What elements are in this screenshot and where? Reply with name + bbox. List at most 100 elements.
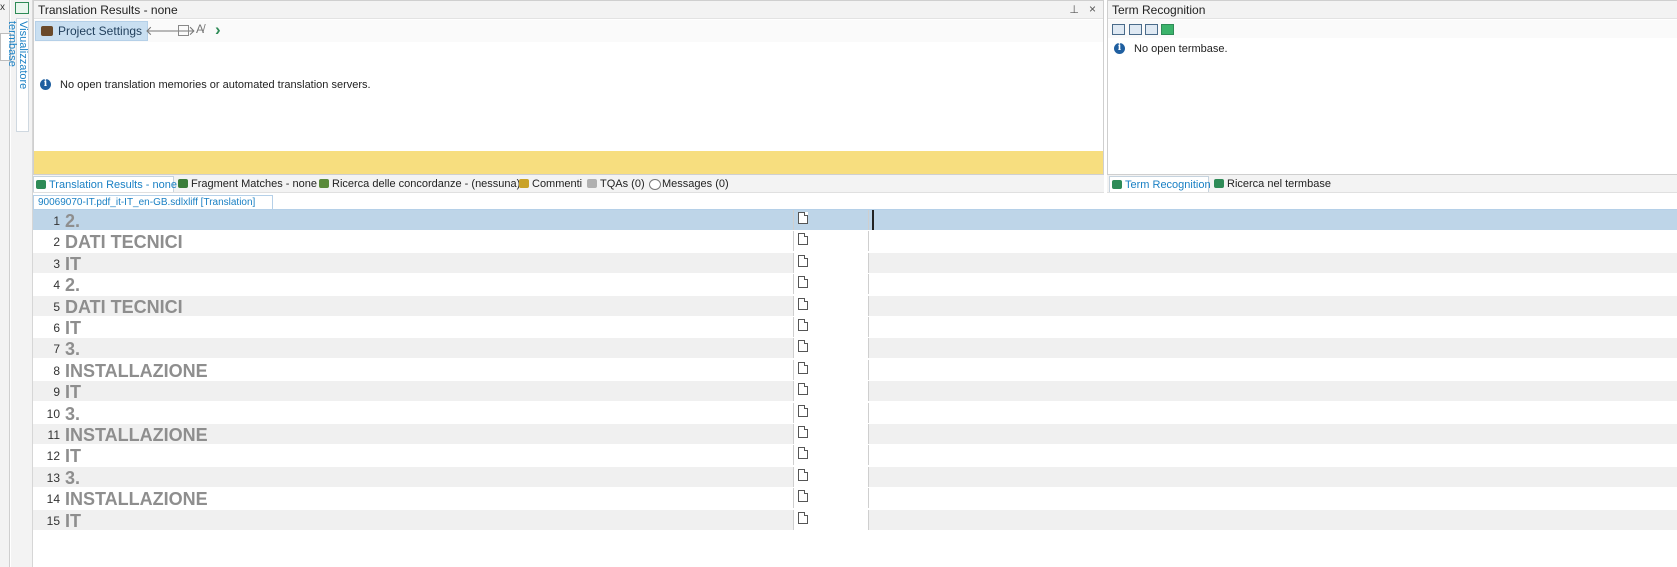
segment-source[interactable]: DATI TECNICI <box>65 231 825 253</box>
add-term-icon[interactable] <box>1129 24 1142 35</box>
term-recognition-title: Term Recognition <box>1112 3 1206 17</box>
segment-source[interactable]: IT <box>65 445 825 467</box>
segment-target[interactable] <box>869 381 1677 401</box>
segment-target[interactable] <box>869 467 1677 487</box>
close-icon[interactable]: × <box>1089 2 1096 16</box>
document-tab[interactable]: 90069070-IT.pdf_it-IT_en-GB.sdlxliff [Tr… <box>33 195 273 210</box>
segment-target[interactable] <box>869 253 1677 273</box>
concordance-search-icon <box>319 179 329 188</box>
segment-row[interactable]: 6 IT <box>33 317 1677 339</box>
segment-row[interactable]: 5 DATI TECNICI <box>33 296 1677 318</box>
translation-results-icon <box>36 180 46 189</box>
segment-number: 8 <box>53 364 60 378</box>
segment-status-icon <box>798 469 808 481</box>
segment-target[interactable] <box>869 338 1677 358</box>
comments-icon <box>519 179 529 188</box>
segment-target[interactable] <box>869 231 1677 251</box>
segment-row[interactable]: 4 2. <box>33 274 1677 296</box>
segment-row[interactable]: 8 INSTALLAZIONE <box>33 360 1677 382</box>
list-view-icon[interactable] <box>178 25 189 36</box>
termbase-viewer-icon <box>15 2 29 14</box>
tab-comments[interactable]: Commenti <box>517 176 582 192</box>
segment-source[interactable]: 3. <box>65 467 825 489</box>
segment-target[interactable] <box>869 317 1677 337</box>
quick-add-term-icon[interactable] <box>1145 24 1158 35</box>
segment-row[interactable]: 15 IT <box>33 510 1677 532</box>
segment-row[interactable]: 14 INSTALLAZIONE <box>33 488 1677 510</box>
segment-number: 3 <box>53 257 60 271</box>
tab-termbase-search[interactable]: Ricerca nel termbase <box>1212 176 1331 192</box>
segment-row[interactable]: 1 2. <box>33 210 1677 232</box>
segment-target[interactable] <box>869 274 1677 294</box>
segment-source[interactable]: 2. <box>65 210 825 232</box>
segment-source[interactable]: IT <box>65 381 825 403</box>
segment-status-cell <box>793 381 869 401</box>
translation-results-panel: Translation Results - none ⊥ × Project S… <box>33 0 1104 175</box>
segment-source[interactable]: 2. <box>65 274 825 296</box>
termbase-settings-icon[interactable] <box>1112 24 1125 35</box>
segment-source[interactable]: INSTALLAZIONE <box>65 488 825 510</box>
tab-tqas[interactable]: TQAs (0) <box>585 176 645 192</box>
segment-row[interactable]: 11 INSTALLAZIONE <box>33 424 1677 446</box>
tab-label: Fragment Matches - none <box>191 178 317 190</box>
segment-status-icon <box>798 340 808 352</box>
segment-status-icon <box>798 362 808 374</box>
no-termbase-message: No open termbase. <box>1134 42 1228 55</box>
messages-icon <box>649 179 661 190</box>
segment-source[interactable]: 3. <box>65 403 825 425</box>
segment-status-icon <box>798 426 808 438</box>
segment-status-cell <box>793 488 869 508</box>
segment-number: 11 <box>47 428 60 442</box>
segment-number: 14 <box>46 492 60 506</box>
segment-number: 4 <box>53 278 60 292</box>
clear-format-icon[interactable]: A̸ <box>196 22 204 36</box>
segment-row[interactable]: 13 3. <box>33 467 1677 489</box>
segment-source[interactable]: INSTALLAZIONE <box>65 360 825 382</box>
segment-target[interactable] <box>869 296 1677 316</box>
segment-target[interactable] <box>869 403 1677 423</box>
segment-row[interactable]: 2 DATI TECNICI <box>33 231 1677 253</box>
segment-status-cell <box>793 274 869 294</box>
termbase-search-icon[interactable] <box>1161 24 1174 35</box>
segment-row[interactable]: 7 3. <box>33 338 1677 360</box>
segment-status-icon <box>798 212 808 224</box>
pin-icon[interactable]: ⊥ <box>1069 3 1079 16</box>
segment-row[interactable]: 3 IT <box>33 253 1677 275</box>
segment-target[interactable] <box>869 488 1677 508</box>
tab-label: Ricerca delle concordanze - (nessuna) <box>332 178 521 190</box>
close-icon[interactable]: x <box>0 2 5 13</box>
term-recognition-toolbar <box>1108 20 1677 38</box>
tab-concordance-search[interactable]: Ricerca delle concordanze - (nessuna) <box>317 176 520 192</box>
segment-target[interactable] <box>869 445 1677 465</box>
segment-target[interactable] <box>869 424 1677 444</box>
term-recognition-titlebar: Term Recognition <box>1108 1 1677 19</box>
segment-row[interactable]: 9 IT <box>33 381 1677 403</box>
segment-status-icon <box>798 298 808 310</box>
translation-results-message: i No open translation memories or automat… <box>34 73 1103 153</box>
segment-row[interactable]: 10 3. <box>33 403 1677 425</box>
tab-fragment-matches[interactable]: Fragment Matches - none <box>176 176 317 192</box>
segment-source[interactable]: INSTALLAZIONE <box>65 424 825 446</box>
segment-target[interactable] <box>869 210 1677 230</box>
tab-term-recognition[interactable]: Term Recognition <box>1109 176 1211 192</box>
tab-messages[interactable]: Messages (0) <box>647 176 729 192</box>
next-arrow-icon[interactable]: › <box>215 20 221 40</box>
segment-row[interactable]: 12 IT <box>33 445 1677 467</box>
tab-label: TQAs (0) <box>600 178 645 190</box>
segment-source[interactable]: DATI TECNICI <box>65 296 825 318</box>
translation-results-toolbar: Project Settings 🡐 🡒 A̸ › <box>34 20 1103 42</box>
segment-target[interactable] <box>869 510 1677 530</box>
project-settings-button[interactable]: Project Settings <box>35 21 149 41</box>
termbase-viewer-label[interactable]: Visualizzatore termbase <box>6 18 29 132</box>
tab-label: Translation Results - none <box>49 179 177 191</box>
segment-source[interactable]: IT <box>65 317 825 339</box>
tab-translation-results[interactable]: Translation Results - none <box>33 176 177 192</box>
segment-source[interactable]: IT <box>65 253 825 275</box>
segment-target[interactable] <box>869 360 1677 380</box>
segment-source[interactable]: 3. <box>65 338 825 360</box>
segment-status-icon <box>798 233 808 245</box>
project-settings-icon <box>41 26 53 36</box>
segment-source[interactable]: IT <box>65 510 825 532</box>
termbase-viewer-side-tab[interactable]: Visualizzatore termbase <box>6 0 33 567</box>
term-recognition-icon <box>1112 180 1122 189</box>
